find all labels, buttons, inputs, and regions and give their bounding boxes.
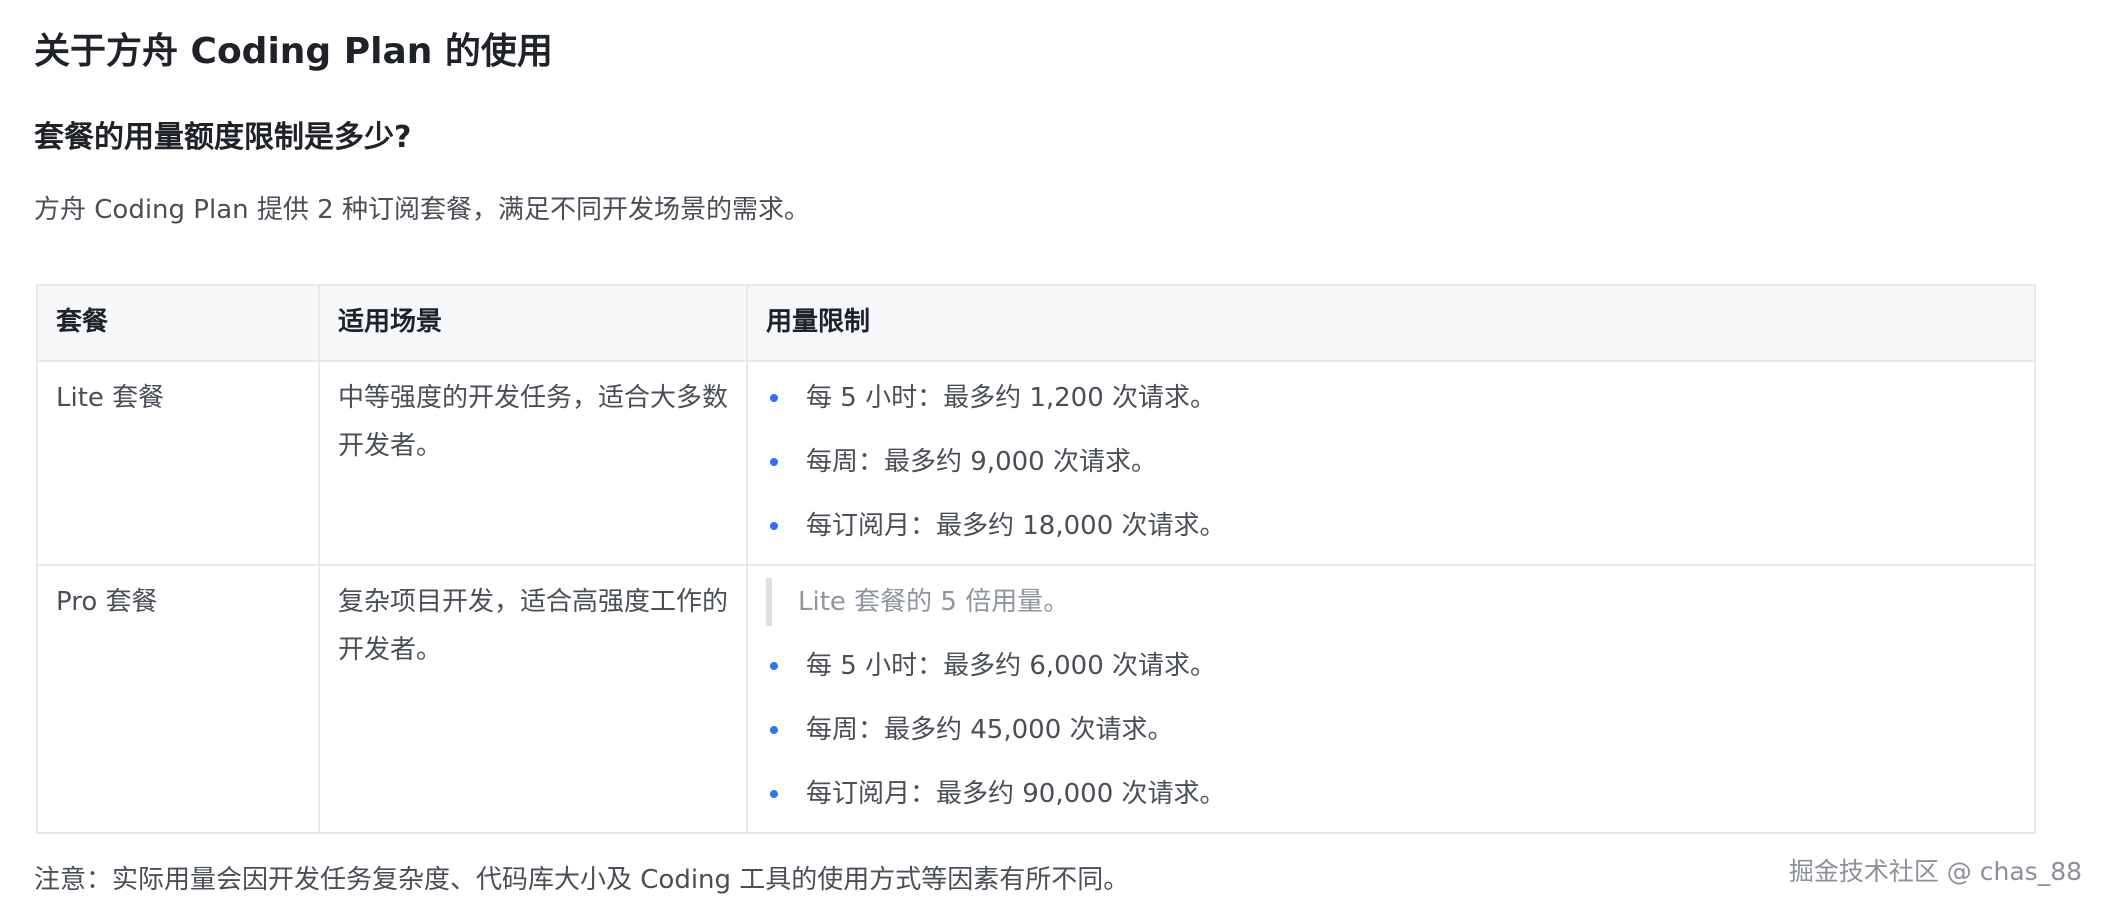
plan-name: Lite 套餐	[36, 360, 320, 566]
header-limits: 用量限制	[746, 284, 2036, 362]
bullet-icon	[770, 726, 778, 734]
watermark: 掘金技术社区 @ chas_88	[1788, 857, 2082, 886]
plan-limits-cell: Lite 套餐的 5 倍用量。 每 5 小时：最多约 6,000 次请求。 每周…	[746, 564, 2036, 834]
limit-text: 每 5 小时：最多约 6,000 次请求。	[806, 651, 1217, 681]
plan-scenario: 中等强度的开发任务，适合大多数开发者。	[318, 360, 748, 566]
bullet-icon	[770, 662, 778, 670]
list-item: 每订阅月：最多约 90,000 次请求。	[766, 770, 2016, 818]
plan-limits-cell: 每 5 小时：最多约 1,200 次请求。 每周：最多约 9,000 次请求。 …	[746, 360, 2036, 566]
note-paragraph: 注意：实际用量会因开发任务复杂度、代码库大小及 Coding 工具的使用方式等因…	[34, 865, 1130, 895]
table-row-lite: Lite 套餐 中等强度的开发任务，适合大多数开发者。 每 5 小时：最多约 1…	[36, 360, 2036, 566]
bullet-icon	[770, 458, 778, 466]
bullet-icon	[770, 522, 778, 530]
limit-text: 每 5 小时：最多约 1,200 次请求。	[806, 383, 1217, 413]
limits-list: 每 5 小时：最多约 6,000 次请求。 每周：最多约 45,000 次请求。…	[766, 642, 2016, 818]
plan-scenario: 复杂项目开发，适合高强度工作的开发者。	[318, 564, 748, 834]
page-title: 关于方舟 Coding Plan 的使用	[34, 31, 553, 72]
limits-list: 每 5 小时：最多约 1,200 次请求。 每周：最多约 9,000 次请求。 …	[766, 374, 2016, 550]
blockquote: Lite 套餐的 5 倍用量。	[766, 578, 2016, 626]
limit-text: 每周：最多约 45,000 次请求。	[806, 715, 1174, 745]
limit-text: 每周：最多约 9,000 次请求。	[806, 447, 1157, 477]
header-plan: 套餐	[36, 284, 320, 362]
table-row-pro: Pro 套餐 复杂项目开发，适合高强度工作的开发者。 Lite 套餐的 5 倍用…	[36, 564, 2036, 834]
list-item: 每 5 小时：最多约 6,000 次请求。	[766, 642, 2016, 690]
plan-name: Pro 套餐	[36, 564, 320, 834]
bullet-icon	[770, 790, 778, 798]
limit-text: 每订阅月：最多约 90,000 次请求。	[806, 779, 1226, 809]
list-item: 每 5 小时：最多约 1,200 次请求。	[766, 374, 2016, 422]
bullet-icon	[770, 394, 778, 402]
list-item: 每周：最多约 9,000 次请求。	[766, 438, 2016, 486]
plans-table: 套餐 适用场景 用量限制 Lite 套餐 中等强度的开发任务，适合大多数开发者。…	[36, 284, 2036, 834]
intro-paragraph: 方舟 Coding Plan 提供 2 种订阅套餐，满足不同开发场景的需求。	[34, 195, 810, 225]
section-heading: 套餐的用量额度限制是多少?	[34, 120, 412, 155]
limit-text: 每订阅月：最多约 18,000 次请求。	[806, 511, 1226, 541]
list-item: 每周：最多约 45,000 次请求。	[766, 706, 2016, 754]
table-header-row: 套餐 适用场景 用量限制	[36, 284, 2036, 362]
list-item: 每订阅月：最多约 18,000 次请求。	[766, 502, 2016, 550]
header-scenario: 适用场景	[318, 284, 748, 362]
